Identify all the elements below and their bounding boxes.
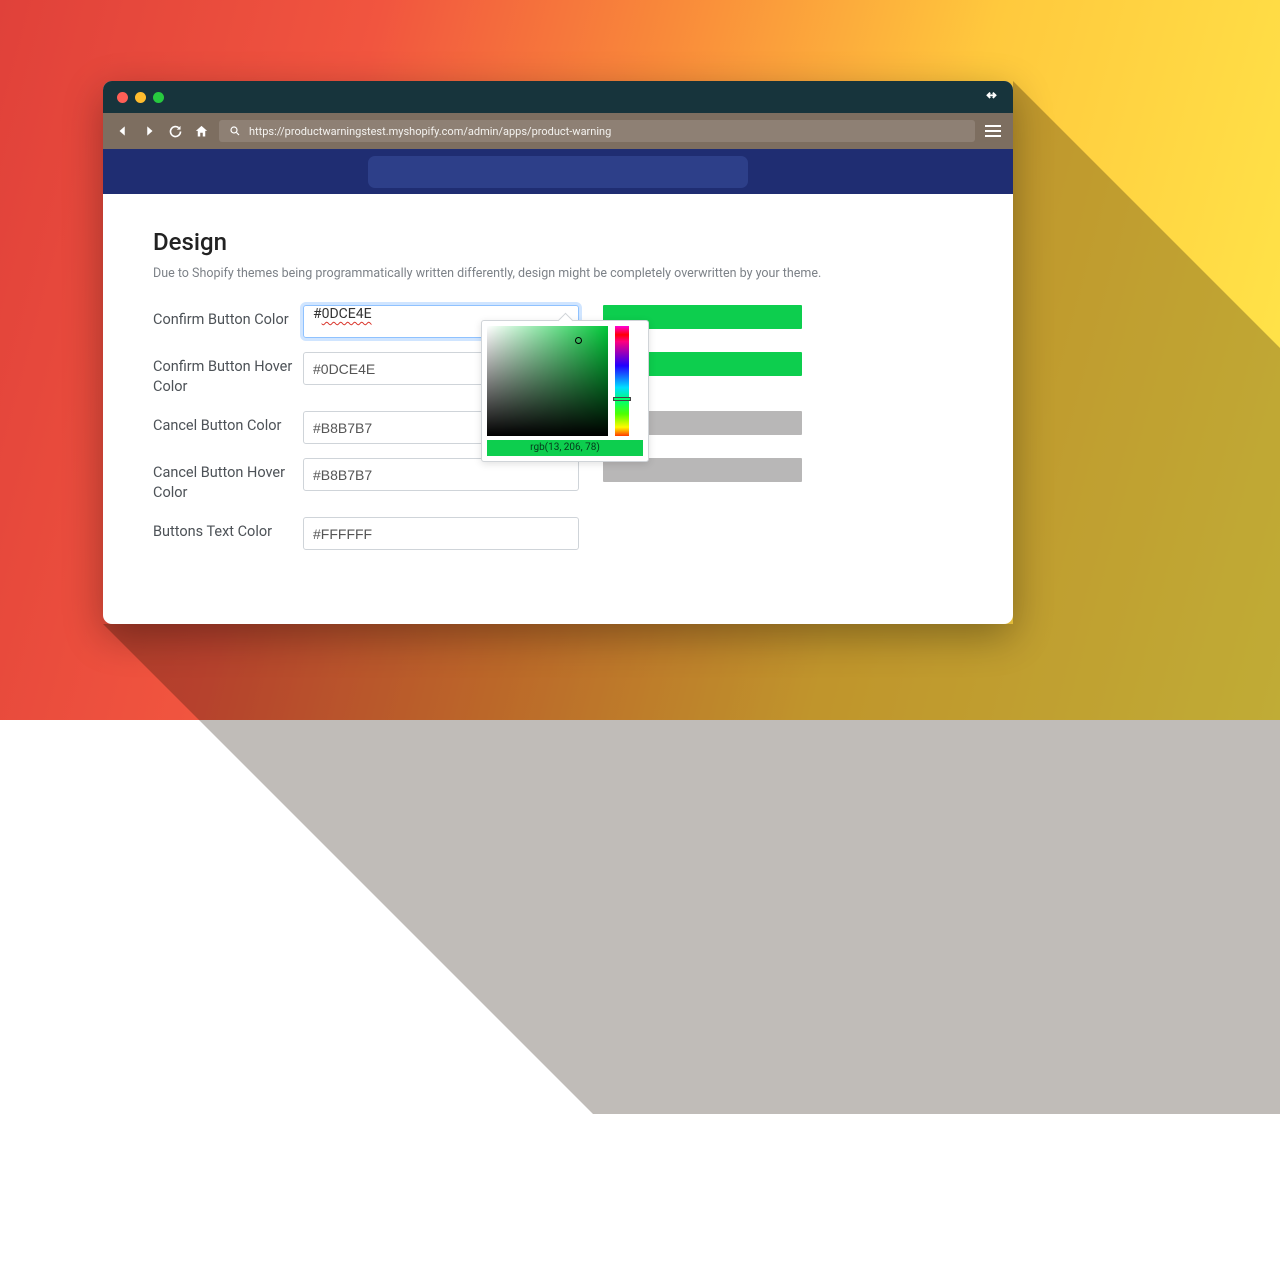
page-subtitle: Due to Shopify themes being programmatic… bbox=[153, 266, 963, 281]
app-header-placeholder bbox=[368, 156, 748, 188]
row-text-color: Buttons Text Color bbox=[153, 517, 963, 550]
address-bar[interactable]: https://productwarningstest.myshopify.co… bbox=[219, 120, 975, 142]
label-cancel-color: Cancel Button Color bbox=[153, 411, 303, 436]
menu-button[interactable] bbox=[985, 125, 1001, 137]
sv-cursor[interactable] bbox=[575, 337, 582, 344]
page-title: Design bbox=[153, 228, 963, 256]
row-cancel-hover-color: Cancel Button Hover Color bbox=[153, 458, 963, 503]
reload-button[interactable] bbox=[167, 123, 183, 139]
browser-window: https://productwarningstest.myshopify.co… bbox=[103, 81, 1013, 624]
color-readout: rgb(13, 206, 78) bbox=[487, 440, 643, 456]
hue-cursor[interactable] bbox=[613, 397, 631, 401]
zoom-window-button[interactable] bbox=[153, 92, 164, 103]
minimize-window-button[interactable] bbox=[135, 92, 146, 103]
saturation-value-area[interactable] bbox=[487, 326, 608, 436]
url-text: https://productwarningstest.myshopify.co… bbox=[249, 125, 611, 138]
hue-slider[interactable] bbox=[615, 326, 629, 436]
browser-toolbar: https://productwarningstest.myshopify.co… bbox=[103, 113, 1013, 149]
label-confirm-hover-color: Confirm Button Hover Color bbox=[153, 352, 303, 397]
close-window-button[interactable] bbox=[117, 92, 128, 103]
label-text-color: Buttons Text Color bbox=[153, 517, 303, 542]
input-confirm-color-value: 0DCE4E bbox=[322, 306, 372, 322]
forward-button[interactable] bbox=[141, 123, 157, 139]
back-button[interactable] bbox=[115, 123, 131, 139]
search-icon bbox=[229, 125, 241, 137]
input-cancel-hover-color[interactable] bbox=[303, 458, 579, 491]
label-confirm-color: Confirm Button Color bbox=[153, 305, 303, 330]
home-button[interactable] bbox=[193, 123, 209, 139]
window-controls bbox=[117, 92, 164, 103]
color-picker-popover[interactable]: rgb(13, 206, 78) bbox=[481, 320, 649, 462]
label-cancel-hover-color: Cancel Button Hover Color bbox=[153, 458, 303, 503]
window-titlebar bbox=[103, 81, 1013, 113]
input-text-color[interactable] bbox=[303, 517, 579, 550]
fullscreen-icon[interactable] bbox=[981, 86, 1002, 107]
app-header-bar bbox=[103, 149, 1013, 194]
